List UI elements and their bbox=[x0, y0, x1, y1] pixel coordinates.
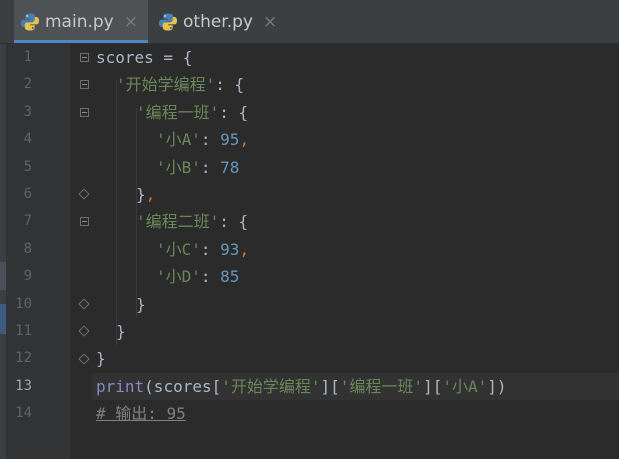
code-token: : bbox=[200, 267, 221, 287]
comma-token: , bbox=[145, 185, 156, 204]
code-token: ]) bbox=[487, 376, 507, 396]
string-token: '小B' bbox=[156, 157, 201, 177]
line-number: 12 bbox=[15, 350, 32, 367]
code-token: : { bbox=[215, 75, 245, 95]
fold-end-icon[interactable] bbox=[78, 188, 90, 200]
line-number: 14 bbox=[15, 405, 32, 422]
number-token: 93 bbox=[220, 239, 240, 259]
string-token: '开始学编程' bbox=[221, 376, 321, 396]
code-line-5: '小B': 78 bbox=[156, 154, 239, 181]
string-token: '编程二班' bbox=[136, 212, 220, 232]
tab-other-py[interactable]: other.py × bbox=[156, 0, 288, 43]
code-token: ][ bbox=[423, 376, 443, 396]
fold-start-icon[interactable] bbox=[80, 80, 89, 89]
string-token: '开始学编程' bbox=[116, 75, 216, 95]
fold-end-icon[interactable] bbox=[78, 325, 90, 337]
code-token: } bbox=[136, 185, 146, 204]
code-line-12: } bbox=[96, 345, 106, 372]
code-editor[interactable]: scores = { '开始学编程': { '编程一班': { '小A': 95… bbox=[92, 44, 619, 459]
code-line-14: # 输出: 95 bbox=[96, 400, 186, 427]
code-line-9: '小D': 85 bbox=[156, 263, 239, 290]
line-number: 8 bbox=[23, 240, 32, 257]
close-icon[interactable]: × bbox=[124, 12, 138, 32]
line-number: 7 bbox=[23, 213, 32, 230]
code-token: ][ bbox=[320, 376, 340, 396]
comma-token: , bbox=[239, 130, 250, 150]
comment-token: # 输出: 95 bbox=[96, 404, 186, 424]
fold-start-icon[interactable] bbox=[80, 108, 89, 117]
indent-guide bbox=[116, 80, 117, 345]
tab-main-py-label: main.py bbox=[45, 11, 114, 32]
string-token: '小C' bbox=[156, 239, 201, 259]
code-line-1: scores = { bbox=[96, 44, 192, 71]
python-file-icon bbox=[20, 12, 40, 32]
code-line-4: '小A': 95, bbox=[156, 126, 249, 153]
code-line-10: } bbox=[136, 291, 146, 318]
line-number: 9 bbox=[23, 268, 32, 285]
line-number: 3 bbox=[23, 103, 32, 120]
fold-start-icon[interactable] bbox=[80, 53, 89, 62]
code-token: : bbox=[200, 239, 221, 259]
code-token: } bbox=[96, 349, 106, 369]
code-token: } bbox=[116, 322, 126, 341]
python-file-icon bbox=[158, 12, 178, 32]
number-token: 78 bbox=[220, 157, 240, 177]
line-number: 6 bbox=[23, 186, 32, 202]
fold-end-icon[interactable] bbox=[78, 353, 90, 365]
number-token: 85 bbox=[220, 267, 240, 287]
builtin-token: print bbox=[96, 376, 145, 396]
line-number-current: 13 bbox=[15, 377, 32, 394]
string-token: '小A' bbox=[442, 376, 488, 396]
editor-tab-bar: main.py × other.py × bbox=[0, 0, 619, 44]
fold-end-icon[interactable] bbox=[78, 298, 90, 310]
string-token: '小D' bbox=[156, 267, 201, 287]
code-token: : { bbox=[219, 212, 249, 232]
code-line-13: print(scores['开始学编程']['编程一班']['小A']) bbox=[96, 373, 507, 400]
string-token: '编程一班' bbox=[136, 102, 220, 122]
code-line-6: }, bbox=[136, 181, 155, 208]
string-token: '小A' bbox=[156, 130, 201, 150]
code-line-8: '小C': 93, bbox=[156, 236, 249, 263]
fold-gutter bbox=[70, 44, 92, 459]
line-number: 4 bbox=[23, 131, 32, 148]
code-token: } bbox=[136, 294, 146, 314]
line-number: 5 bbox=[23, 158, 32, 175]
line-number: 1 bbox=[23, 49, 32, 65]
comma-token: , bbox=[239, 239, 250, 259]
line-number: 2 bbox=[23, 76, 32, 93]
code-token: (scores[ bbox=[144, 376, 222, 396]
line-number: 11 bbox=[15, 323, 32, 339]
code-line-2: '开始学编程': { bbox=[116, 71, 244, 98]
code-token: : bbox=[200, 157, 221, 177]
code-line-7: '编程二班': { bbox=[136, 208, 248, 235]
string-token: '编程一班' bbox=[339, 376, 424, 396]
code-token: : { bbox=[219, 102, 249, 122]
line-number-gutter: 1 2 3 4 5 6 7 8 9 10 11 12 13 14 bbox=[6, 44, 70, 459]
tab-main-py[interactable]: main.py × bbox=[14, 0, 148, 43]
code-token: : bbox=[200, 130, 221, 150]
code-token: scores = { bbox=[96, 48, 193, 67]
tab-other-py-label: other.py bbox=[183, 11, 253, 32]
line-number: 10 bbox=[15, 295, 32, 312]
code-line-3: '编程一班': { bbox=[136, 99, 248, 126]
close-icon[interactable]: × bbox=[263, 12, 277, 32]
fold-start-icon[interactable] bbox=[80, 217, 89, 226]
code-line-11: } bbox=[116, 318, 126, 345]
number-token: 95 bbox=[220, 130, 240, 150]
